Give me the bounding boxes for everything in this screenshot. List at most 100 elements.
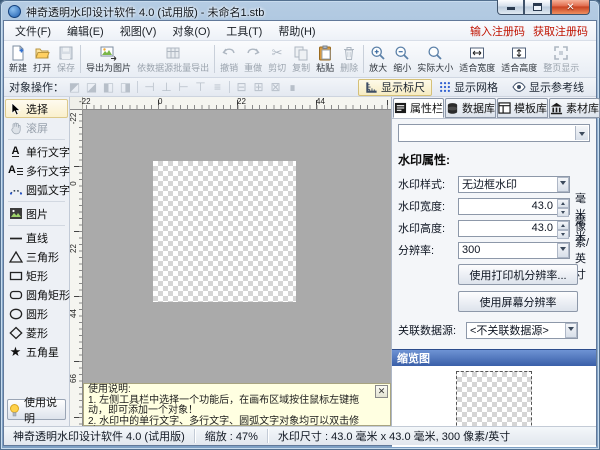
whole-page-button[interactable]: 整页显示	[540, 42, 582, 76]
tab-templates[interactable]: 模板库	[497, 98, 548, 118]
menu-item-5[interactable]: 帮助(H)	[270, 21, 323, 41]
new-document-button[interactable]: 新建	[6, 42, 30, 76]
usage-help-box: 使用说明: 1. 左侧工具栏中选择一个功能后，在画布区域按住鼠标左键拖动，即可添…	[83, 383, 391, 426]
right-panel: 属性栏数据库模板库素材库 水印属性: 水印样式:无边框水印水印宽度:43.0毫米…	[391, 97, 596, 426]
bulb-icon	[8, 403, 21, 417]
bring-forward-icon[interactable]: ◧	[100, 79, 117, 96]
menu-item-2[interactable]: 视图(V)	[112, 21, 165, 41]
undo-button[interactable]: 撤销	[217, 42, 241, 76]
same-size-icon[interactable]: ⊠	[267, 79, 284, 96]
show-guides-button[interactable]: 显示参考线	[505, 79, 591, 96]
tool-line-shape[interactable]: 直线	[5, 228, 68, 247]
star-shape-icon: ★	[8, 344, 23, 359]
show-ruler-button[interactable]: 显示标尺	[358, 79, 432, 96]
send-to-back-icon[interactable]: ◪	[83, 79, 100, 96]
use-printer-resolution-button[interactable]: 使用打印机分辨率...	[458, 264, 578, 285]
redo-label: 重做	[244, 61, 262, 74]
tool-triangle-shape[interactable]: 三角形	[5, 247, 68, 266]
open-folder-button[interactable]: 打开	[30, 42, 54, 76]
statusbar: 神奇透明水印设计软件 4.0 (试用版) 缩放 : 47% 水印尺寸 : 43.…	[4, 426, 596, 445]
whole-page-label: 整页显示	[543, 61, 579, 74]
paste-label: 粘贴	[316, 61, 334, 74]
canvas-area[interactable]: 使用说明: 1. 左侧工具栏中选择一个功能后，在画布区域按住鼠标左键拖动，即可添…	[70, 97, 391, 426]
tool-picture[interactable]: 图片	[5, 204, 68, 223]
export-image-button[interactable]: 导出为图片	[83, 42, 134, 76]
watermark-canvas[interactable]	[153, 161, 296, 302]
fit-width-button[interactable]: 适合宽度	[456, 42, 498, 76]
save-floppy-button[interactable]: 保存	[54, 42, 78, 76]
copy-label: 复制	[292, 61, 310, 74]
distribute-icon[interactable]: ∎	[284, 79, 301, 96]
menu-item-3[interactable]: 对象(O)	[164, 21, 218, 41]
spin-down-button[interactable]	[557, 230, 569, 239]
menu-item-4[interactable]: 工具(T)	[218, 21, 270, 41]
menu-item-1[interactable]: 编辑(E)	[59, 21, 112, 41]
zoom-out-button[interactable]: 缩小	[390, 42, 414, 76]
tab-properties[interactable]: 属性栏	[393, 98, 444, 118]
align-middle-icon[interactable]: ≡	[209, 79, 226, 96]
tool-diamond-shape[interactable]: 菱形	[5, 323, 68, 342]
spin-down-button[interactable]	[557, 208, 569, 217]
maximize-button[interactable]	[524, 0, 551, 15]
tool-multi-line-text[interactable]: A多行文字	[5, 161, 68, 180]
tool-hand[interactable]: 滚屏	[5, 118, 68, 137]
tab-materials[interactable]: 素材库	[549, 98, 600, 118]
app-logo-icon[interactable]	[8, 5, 21, 18]
use-screen-resolution-button[interactable]: 使用屏幕分辨率	[458, 291, 578, 312]
object-selector-combo[interactable]	[398, 124, 590, 142]
tool-star-shape[interactable]: ★五角星	[5, 342, 68, 361]
align-top-icon[interactable]: ⊤	[192, 79, 209, 96]
spin-up-button[interactable]	[557, 221, 569, 230]
same-height-icon[interactable]: ⊞	[250, 79, 267, 96]
status-size: 水印尺寸 : 43.0 毫米 x 43.0 毫米, 300 像素/英寸	[269, 428, 519, 444]
triangle-shape-icon	[8, 249, 23, 264]
copy-button[interactable]: 复制	[289, 42, 313, 76]
show-grid-button[interactable]: 显示网格	[432, 79, 505, 96]
tool-label: 直线	[26, 230, 48, 246]
field-dropdown[interactable]: 无边框水印	[458, 176, 570, 193]
send-backward-icon[interactable]: ◨	[117, 79, 134, 96]
zoom-in-button[interactable]: 放大	[366, 42, 390, 76]
menu-item-0[interactable]: 文件(F)	[7, 21, 59, 41]
tool-arc-text[interactable]: 圆弧文字	[5, 180, 68, 199]
field-spinner[interactable]: 43.0	[458, 220, 570, 237]
same-width-icon[interactable]: ⊟	[233, 79, 250, 96]
field-spinner[interactable]: 43.0	[458, 198, 570, 215]
tool-single-line-text[interactable]: A单行文字	[5, 142, 68, 161]
batch-export-button[interactable]: 依数据源批量导出	[134, 42, 212, 76]
tool-rectangle-shape[interactable]: 矩形	[5, 266, 68, 285]
get-license-link[interactable]: 获取注册码	[530, 23, 588, 39]
redo-icon	[245, 44, 261, 61]
delete-button[interactable]: 删除	[337, 42, 361, 76]
align-right-icon[interactable]: ⊢	[175, 79, 192, 96]
usage-help-button[interactable]: 使用说明	[7, 399, 66, 420]
toolbar-separator	[214, 45, 215, 73]
window-controls: ✕	[497, 0, 590, 15]
spin-up-button[interactable]	[557, 199, 569, 208]
close-icon: ✕	[566, 1, 574, 14]
close-button[interactable]: ✕	[551, 0, 590, 15]
help-close-button[interactable]: ✕	[375, 385, 388, 398]
minimize-button[interactable]	[497, 0, 524, 15]
minimize-icon	[507, 7, 515, 10]
align-left-icon[interactable]: ⊣	[141, 79, 158, 96]
datasource-dropdown[interactable]: <不关联数据源>	[466, 322, 578, 339]
tool-rounded-rectangle-shape[interactable]: 圆角矩形	[5, 285, 68, 304]
cut-label: 剪切	[268, 61, 286, 74]
tab-database[interactable]: 数据库	[445, 98, 496, 118]
tool-circle-shape[interactable]: 圆形	[5, 304, 68, 323]
actual-size-button[interactable]: 实际大小	[414, 42, 456, 76]
cut-button[interactable]: ✂剪切	[265, 42, 289, 76]
bring-to-front-icon[interactable]: ◩	[66, 79, 83, 96]
fit-width-icon	[469, 44, 485, 61]
field-dropdown[interactable]: 300	[458, 242, 570, 259]
object-ops-label: 对象操作：	[9, 79, 64, 95]
paste-button[interactable]: 粘贴	[313, 42, 337, 76]
delete-icon	[341, 44, 357, 61]
redo-button[interactable]: 重做	[241, 42, 265, 76]
fit-height-button[interactable]: 适合高度	[498, 42, 540, 76]
guides-icon	[512, 81, 526, 93]
align-center-h-icon[interactable]: ⊥	[158, 79, 175, 96]
enter-license-link[interactable]: 输入注册码	[467, 23, 525, 39]
tool-select-arrow[interactable]: 选择	[5, 99, 68, 118]
